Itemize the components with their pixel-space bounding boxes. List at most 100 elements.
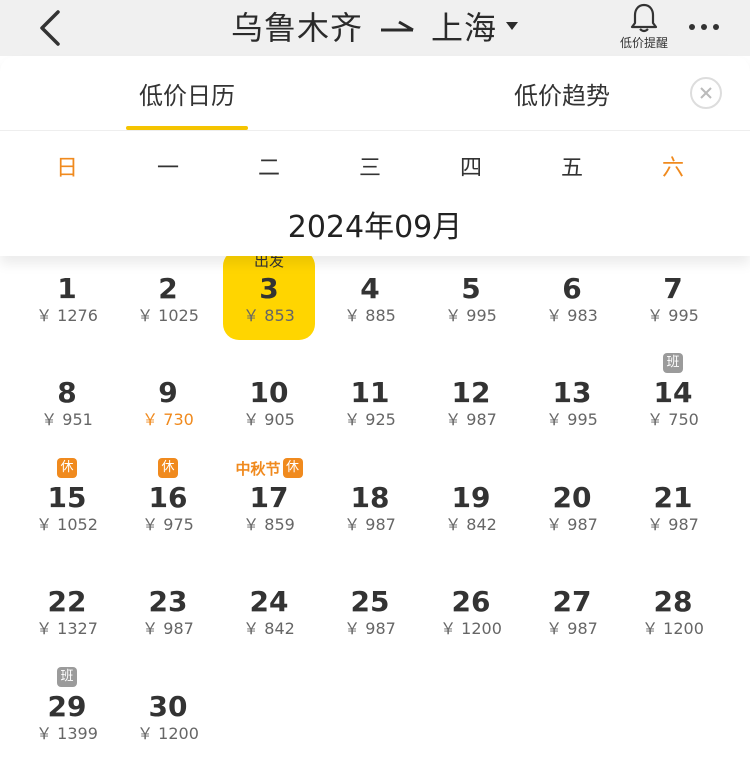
day-price: ￥ 987: [344, 515, 396, 534]
day-price: ￥ 842: [243, 619, 295, 638]
calendar-day[interactable]: 8 ￥ 951: [21, 354, 113, 446]
tab-low-price-trend[interactable]: 低价趋势: [488, 76, 636, 116]
day-price: ￥ 995: [546, 410, 598, 429]
day-number: 22: [47, 585, 87, 618]
day-price: ￥ 987: [344, 619, 396, 638]
calendar-day[interactable]: 22 ￥ 1327: [21, 563, 113, 655]
day-price: ￥ 1327: [36, 619, 98, 638]
calendar-day[interactable]: 休 16 ￥ 975: [122, 457, 214, 551]
calendar-day[interactable]: 19 ￥ 842: [425, 459, 517, 551]
caret-down-icon: [505, 21, 519, 31]
origin-city: 乌鲁木齐: [230, 9, 363, 47]
day-number: 5: [461, 272, 481, 305]
day-number: 29: [47, 690, 87, 723]
day-number: 8: [57, 376, 77, 409]
weekday-label: 五: [560, 156, 583, 181]
day-number: 21: [653, 481, 693, 514]
day-tag-row: 班: [21, 666, 113, 688]
day-price: ￥ 1200: [642, 619, 704, 638]
tab-low-price-calendar[interactable]: 低价日历: [126, 76, 248, 116]
day-price: ￥ 1052: [36, 515, 98, 534]
day-number: 2: [158, 272, 178, 305]
day-number: 28: [653, 585, 693, 618]
day-price: ￥ 987: [546, 619, 598, 638]
day-number: 15: [47, 481, 87, 514]
tab-bar: 低价日历 低价趋势: [0, 56, 750, 131]
day-price: ￥ 842: [445, 515, 497, 534]
more-button[interactable]: [682, 12, 726, 42]
calendar-day[interactable]: 20 ￥ 987: [526, 459, 618, 551]
day-number: 26: [451, 585, 491, 618]
calendar-day[interactable]: 26 ￥ 1200: [425, 563, 517, 655]
calendar-day[interactable]: 11 ￥ 925: [324, 354, 416, 446]
rest-day-badge: 休: [282, 458, 303, 478]
calendar-day[interactable]: 12 ￥ 987: [425, 354, 517, 446]
day-number: 27: [552, 585, 592, 618]
day-price: ￥ 983: [546, 306, 598, 325]
day-number: 6: [562, 272, 582, 305]
day-price: ￥ 1276: [36, 306, 98, 325]
calendar-day[interactable]: 2 ￥ 1025: [122, 250, 214, 342]
day-tag-row: 中秋节休: [223, 457, 315, 479]
close-icon: [700, 87, 712, 99]
calendar-day[interactable]: 休 15 ￥ 1052: [21, 457, 113, 551]
day-number: 18: [350, 481, 390, 514]
holiday-name: 中秋节: [235, 459, 281, 478]
calendar-day[interactable]: 中秋节休 17 ￥ 859: [223, 457, 315, 551]
calendar-day[interactable]: 10 ￥ 905: [223, 354, 315, 446]
weekday-label: 日: [55, 156, 78, 181]
weekday-header: 日一二三四五六: [0, 150, 750, 186]
calendar-day[interactable]: 21 ￥ 987: [627, 459, 719, 551]
calendar-day[interactable]: 4 ￥ 885: [324, 250, 416, 342]
calendar-day[interactable]: 23 ￥ 987: [122, 563, 214, 655]
calendar-day[interactable]: 24 ￥ 842: [223, 563, 315, 655]
more-dot-icon: [701, 24, 707, 30]
day-price: ￥ 987: [142, 619, 194, 638]
workday-badge: 班: [663, 353, 683, 373]
calendar-day[interactable]: 班 29 ￥ 1399: [21, 666, 113, 760]
rest-day-badge: 休: [158, 458, 178, 478]
calendar-day[interactable]: 5 ￥ 995: [425, 250, 517, 342]
calendar-day[interactable]: 28 ￥ 1200: [627, 563, 719, 655]
day-price: ￥ 925: [344, 410, 396, 429]
calendar-day[interactable]: 1 ￥ 1276: [21, 250, 113, 342]
calendar-day[interactable]: 27 ￥ 987: [526, 563, 618, 655]
day-price: ￥ 853: [243, 306, 295, 325]
day-number: 19: [451, 481, 491, 514]
calendar-day-selected[interactable]: 出发 3 ￥ 853: [223, 250, 315, 340]
month-title: 2024年09月: [287, 210, 463, 245]
more-dot-icon: [713, 24, 719, 30]
weekday-label: 一: [156, 156, 179, 181]
calendar-day[interactable]: 18 ￥ 987: [324, 459, 416, 551]
day-price: ￥ 987: [546, 515, 598, 534]
close-button[interactable]: [690, 77, 722, 109]
day-price: ￥ 995: [445, 306, 497, 325]
day-number: 3: [259, 272, 279, 305]
day-number: 17: [249, 481, 289, 514]
day-number: 1: [57, 272, 77, 305]
day-number: 14: [653, 376, 693, 409]
weekday-label: 六: [661, 156, 684, 181]
weekday-label: 三: [358, 156, 381, 181]
calendar-day[interactable]: 30 ￥ 1200: [122, 668, 214, 760]
day-number: 13: [552, 376, 592, 409]
day-tag-row: 休: [21, 457, 113, 479]
calendar-day[interactable]: 班 14 ￥ 750: [627, 353, 719, 446]
calendar-day[interactable]: 7 ￥ 995: [627, 250, 719, 342]
day-price: ￥ 951: [41, 410, 93, 429]
calendar-day[interactable]: 9 ￥ 730: [122, 354, 214, 446]
day-number: 10: [249, 376, 289, 409]
day-number: 20: [552, 481, 592, 514]
calendar-day[interactable]: 25 ￥ 987: [324, 563, 416, 655]
price-alert-button[interactable]: 低价提醒: [612, 2, 676, 52]
calendar-day[interactable]: 6 ￥ 983: [526, 250, 618, 342]
calendar-day[interactable]: 13 ￥ 995: [526, 354, 618, 446]
day-number: 4: [360, 272, 380, 305]
day-price: ￥ 1200: [440, 619, 502, 638]
bell-icon: [630, 3, 658, 33]
one-way-arrow-icon: [379, 18, 415, 34]
more-dot-icon: [689, 24, 695, 30]
day-price: ￥ 975: [142, 515, 194, 534]
day-tag-row: 休: [122, 457, 214, 479]
calendar-sheet-header: 低价日历 低价趋势 日 一 二 三 四 五 六 2024年09月: [0, 56, 750, 256]
